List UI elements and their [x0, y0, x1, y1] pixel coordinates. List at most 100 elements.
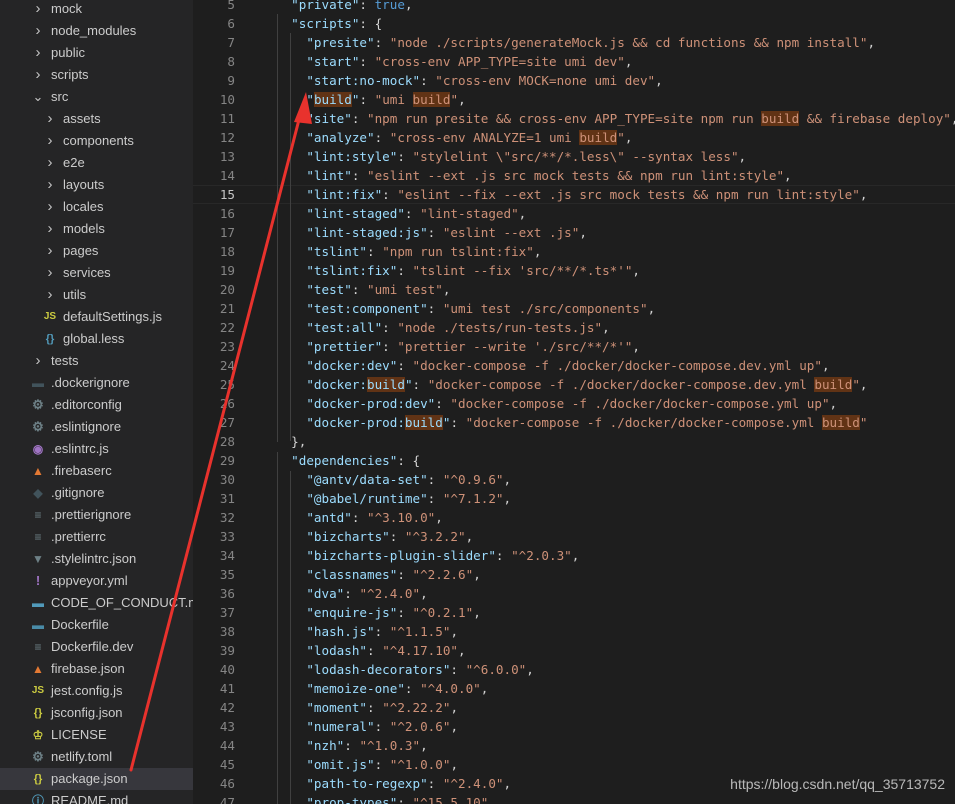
code-line[interactable]: 27 "docker-prod:build": "docker-compose …: [193, 413, 955, 432]
code-line[interactable]: 40 "lodash-decorators": "^6.0.0",: [193, 660, 955, 679]
folder-src[interactable]: ⌄ src: [0, 86, 193, 108]
code-line[interactable]: 34 "bizcharts-plugin-slider": "^2.0.3",: [193, 546, 955, 565]
folder-mock[interactable]: › mock: [0, 0, 193, 20]
chevron-right-icon[interactable]: ›: [44, 130, 56, 152]
code-line[interactable]: 29 "dependencies": {: [193, 451, 955, 470]
code-line[interactable]: 42 "moment": "^2.22.2",: [193, 698, 955, 717]
code-line[interactable]: 37 "enquire-js": "^0.2.1",: [193, 603, 955, 622]
file-netlify-toml[interactable]: ⚙ netlify.toml: [0, 746, 193, 768]
file-package-json[interactable]: {} package.json: [0, 768, 193, 790]
folder-scripts[interactable]: › scripts: [0, 64, 193, 86]
code-line[interactable]: 20 "test": "umi test",: [193, 280, 955, 299]
line-number: 21: [219, 301, 235, 316]
code-text: "enquire-js": "^0.2.1",: [306, 605, 481, 620]
file-eslintignore[interactable]: ⚙ .eslintignore: [0, 416, 193, 438]
code-line[interactable]: 13 "lint:style": "stylelint \"src/**/*.l…: [193, 147, 955, 166]
code-line[interactable]: 9 "start:no-mock": "cross-env MOCK=none …: [193, 71, 955, 90]
folder-components[interactable]: › components: [0, 130, 193, 152]
file-readme-md[interactable]: ⓘ README.md: [0, 790, 193, 804]
chevron-right-icon[interactable]: ›: [44, 108, 56, 130]
code-line[interactable]: 8 "start": "cross-env APP_TYPE=site umi …: [193, 52, 955, 71]
chevron-right-icon[interactable]: ›: [44, 152, 56, 174]
folder-public[interactable]: › public: [0, 42, 193, 64]
file-dockerfile-dev[interactable]: ≡ Dockerfile.dev: [0, 636, 193, 658]
code-line[interactable]: 5 "private": true,: [193, 0, 955, 14]
file-jsconfig-json[interactable]: {} jsconfig.json: [0, 702, 193, 724]
file-prettierignore[interactable]: ≡ .prettierignore: [0, 504, 193, 526]
code-line[interactable]: 6 "scripts": {: [193, 14, 955, 33]
file-defaultsettings-js[interactable]: JS defaultSettings.js: [0, 306, 193, 328]
folder-layouts[interactable]: › layouts: [0, 174, 193, 196]
file-dockerfile[interactable]: ▬ Dockerfile: [0, 614, 193, 636]
file-license[interactable]: ♔ LICENSE: [0, 724, 193, 746]
code-line[interactable]: 36 "dva": "^2.4.0",: [193, 584, 955, 603]
code-line[interactable]: 32 "antd": "^3.10.0",: [193, 508, 955, 527]
chevron-right-icon[interactable]: ›: [32, 0, 44, 20]
code-line[interactable]: 30 "@antv/data-set": "^0.9.6",: [193, 470, 955, 489]
code-line[interactable]: 21 "test:component": "umi test ./src/com…: [193, 299, 955, 318]
code-line[interactable]: 18 "tslint": "npm run tslint:fix",: [193, 242, 955, 261]
folder-services[interactable]: › services: [0, 262, 193, 284]
folder-e2e[interactable]: › e2e: [0, 152, 193, 174]
chevron-right-icon[interactable]: ›: [44, 262, 56, 284]
code-line[interactable]: 14 "lint": "eslint --ext .js src mock te…: [193, 166, 955, 185]
folder-assets[interactable]: › assets: [0, 108, 193, 130]
code-line[interactable]: 7 "presite": "node ./scripts/generateMoc…: [193, 33, 955, 52]
file-stylelintrc-json[interactable]: ▼ .stylelintrc.json: [0, 548, 193, 570]
code-line[interactable]: 35 "classnames": "^2.2.6",: [193, 565, 955, 584]
code-line[interactable]: 23 "prettier": "prettier --write './src/…: [193, 337, 955, 356]
folder-node-modules[interactable]: › node_modules: [0, 20, 193, 42]
js-file-icon: JS: [31, 685, 45, 696]
file-global-less[interactable]: {} global.less: [0, 328, 193, 350]
chevron-right-icon[interactable]: ›: [32, 20, 44, 42]
code-line[interactable]: 19 "tslint:fix": "tslint --fix 'src/**/*…: [193, 261, 955, 280]
chevron-right-icon[interactable]: ›: [32, 350, 44, 372]
chevron-down-icon[interactable]: ⌄: [32, 86, 44, 108]
folder-utils[interactable]: › utils: [0, 284, 193, 306]
file-eslintrc-js[interactable]: ◉ .eslintrc.js: [0, 438, 193, 460]
code-line[interactable]: 12 "analyze": "cross-env ANALYZE=1 umi b…: [193, 128, 955, 147]
code-line[interactable]: 17 "lint-staged:js": "eslint --ext .js",: [193, 223, 955, 242]
code-line[interactable]: 38 "hash.js": "^1.1.5",: [193, 622, 955, 641]
code-line[interactable]: 44 "nzh": "^1.0.3",: [193, 736, 955, 755]
code-line[interactable]: 31 "@babel/runtime": "^7.1.2",: [193, 489, 955, 508]
code-line[interactable]: 25 "docker:build": "docker-compose -f ./…: [193, 375, 955, 394]
chevron-right-icon[interactable]: ›: [44, 218, 56, 240]
folder-locales[interactable]: › locales: [0, 196, 193, 218]
code-line[interactable]: 22 "test:all": "node ./tests/run-tests.j…: [193, 318, 955, 337]
code-line[interactable]: 15 "lint:fix": "eslint --fix --ext .js s…: [193, 185, 955, 204]
chevron-right-icon[interactable]: ›: [44, 174, 56, 196]
code-line[interactable]: 24 "docker:dev": "docker-compose -f ./do…: [193, 356, 955, 375]
code-line[interactable]: 10 "build": "umi build",: [193, 90, 955, 109]
chevron-right-icon[interactable]: ›: [32, 42, 44, 64]
file-gitignore[interactable]: ◆ .gitignore: [0, 482, 193, 504]
folder-pages[interactable]: › pages: [0, 240, 193, 262]
chevron-right-icon[interactable]: ›: [44, 240, 56, 262]
file-dockerignore[interactable]: ▬ .dockerignore: [0, 372, 193, 394]
folder-models[interactable]: › models: [0, 218, 193, 240]
file-prettierrc[interactable]: ≡ .prettierrc: [0, 526, 193, 548]
code-line[interactable]: 47 "prop-types": "^15.5.10",: [193, 793, 955, 804]
code-line[interactable]: 43 "numeral": "^2.0.6",: [193, 717, 955, 736]
file-code-of-conduct-md[interactable]: ▬ CODE_OF_CONDUCT.md: [0, 592, 193, 614]
file-jest-config-js[interactable]: JS jest.config.js: [0, 680, 193, 702]
file-editorconfig[interactable]: ⚙ .editorconfig: [0, 394, 193, 416]
line-number: 41: [219, 681, 235, 696]
chevron-right-icon[interactable]: ›: [44, 196, 56, 218]
code-editor[interactable]: 5 "private": true, 6 "scripts": {7 "presi…: [193, 0, 955, 804]
chevron-right-icon[interactable]: ›: [32, 64, 44, 86]
code-line[interactable]: 45 "omit.js": "^1.0.0",: [193, 755, 955, 774]
code-line[interactable]: 16 "lint-staged": "lint-staged",: [193, 204, 955, 223]
code-line[interactable]: 26 "docker-prod:dev": "docker-compose -f…: [193, 394, 955, 413]
chevron-right-icon[interactable]: ›: [44, 284, 56, 306]
code-line[interactable]: 33 "bizcharts": "^3.2.2",: [193, 527, 955, 546]
code-line[interactable]: 11 "site": "npm run presite && cross-env…: [193, 109, 955, 128]
code-line[interactable]: 28 },: [193, 432, 955, 451]
line-number: 32: [219, 510, 235, 525]
folder-tests[interactable]: › tests: [0, 350, 193, 372]
code-line[interactable]: 39 "lodash": "^4.17.10",: [193, 641, 955, 660]
file-appveyor-yml[interactable]: ! appveyor.yml: [0, 570, 193, 592]
file-firebase-json[interactable]: ▲ firebase.json: [0, 658, 193, 680]
code-line[interactable]: 41 "memoize-one": "^4.0.0",: [193, 679, 955, 698]
file-firebaserc[interactable]: ▲ .firebaserc: [0, 460, 193, 482]
